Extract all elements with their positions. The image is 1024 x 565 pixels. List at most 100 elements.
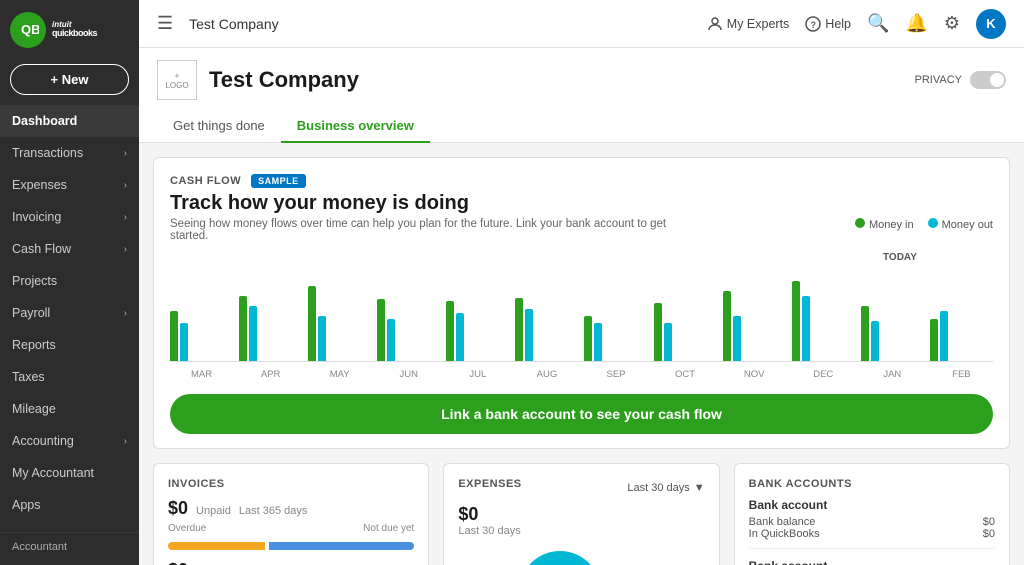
bank-accounts-title: BANK ACCOUNTS [749,478,995,490]
hamburger-icon[interactable]: ☰ [157,13,173,34]
link-bank-button[interactable]: Link a bank account to see your cash flo… [170,394,993,434]
bar-out [871,321,879,361]
expenses-card: EXPENSES Last 30 days ▼ $0 Last 30 days [443,463,719,565]
paid-amount: $0 [168,560,188,565]
bank-qb-row: In QuickBooks $0 [749,528,995,540]
money-out-dot [928,218,938,228]
expenses-period-label: Last 30 days [627,482,689,494]
sidebar-item-mileage[interactable]: Mileage [0,393,139,425]
sidebar-item-invoicing[interactable]: Invoicing› [0,201,139,233]
expenses-chevron-icon[interactable]: ▼ [694,482,705,494]
sidebar-item-transactions[interactable]: Transactions› [0,137,139,169]
bar-in [170,311,178,361]
bar-label-jan: JAN [861,366,924,380]
money-out-label: Money out [942,219,993,231]
quickbooks-logo: QB [10,12,46,48]
bar-in [654,303,662,361]
bar-in [377,299,385,361]
expenses-title: EXPENSES [458,478,521,490]
sidebar-item-cash-flow[interactable]: Cash Flow› [0,233,139,265]
bar-chart-container: TODAY MARAPRMAYJUNJULAUGSEP [170,252,993,380]
user-avatar[interactable]: K [976,9,1006,39]
sidebar-item-dashboard[interactable]: Dashboard [0,105,139,137]
bar-out [594,323,602,361]
svg-text:?: ? [811,20,817,30]
unpaid-period: Last 365 days [239,505,308,517]
sidebar-item-projects[interactable]: Projects [0,265,139,297]
bank-accounts-card: BANK ACCOUNTS Bank account Bank balance … [734,463,1010,565]
bar-in [515,298,523,361]
bank-balance-label: Bank balance [749,516,816,528]
bank-name: Bank account [749,498,995,512]
chevron-icon: › [124,244,127,255]
bar-group-dec [792,281,855,361]
sidebar-item-taxes[interactable]: Taxes [0,361,139,393]
bar-group-mar [170,311,233,361]
bar-group-feb [930,311,993,361]
sidebar-item-expenses[interactable]: Expenses› [0,169,139,201]
bell-icon[interactable]: 🔔 [905,13,927,34]
bar-label-oct: OCT [654,366,717,380]
bank-balance-row: Bank balance $0 [749,516,995,528]
bar-chart [170,252,993,362]
company-header: + LOGO Test Company PRIVACY Get things d… [139,48,1024,143]
bar-label-aug: AUG [515,366,578,380]
chevron-icon: › [124,308,127,319]
privacy-row: PRIVACY [915,71,1006,89]
accountant-label: Accountant [12,541,67,553]
tab-business-overview[interactable]: Business overview [281,110,430,143]
my-experts-button[interactable]: My Experts [707,16,790,32]
overdue-label: Overdue [168,523,206,534]
search-icon[interactable]: 🔍 [867,13,889,34]
tabs: Get things done Business overview [157,110,1006,142]
privacy-label: PRIVACY [915,74,962,86]
cf-main-title: Track how your money is doing [170,192,993,215]
bar-labels: MARAPRMAYJUNJULAUGSEPOCTNOVDECJANFEB [170,366,993,380]
bar-out [456,313,464,361]
tab-get-things-done[interactable]: Get things done [157,110,281,143]
invoices-title: INVOICES [168,478,414,490]
sidebar-item-reports[interactable]: Reports [0,329,139,361]
logo-area: QB intuit quickbooks [0,0,139,58]
bar-in [792,281,800,361]
bar-label-sep: SEP [584,366,647,380]
company-logo-box[interactable]: + LOGO [157,60,197,100]
company-row: + LOGO Test Company PRIVACY [157,60,1006,100]
bar-out [733,316,741,361]
quickbooks-logo-text: intuit quickbooks [52,21,97,40]
paid-row: $0 Paid Last 30 days [168,560,414,565]
bank-account-0: Bank account Bank balance $0 In QuickBoo… [749,498,995,549]
money-in-dot [855,218,865,228]
sidebar-item-my-accountant[interactable]: My Accountant [0,457,139,489]
content-area: CASH FLOW SAMPLE Track how your money is… [139,143,1024,565]
overdue-bar [168,542,265,550]
bar-label-jun: JUN [377,366,440,380]
bar-group-jul [446,301,509,361]
bank-qb-value: $0 [983,528,995,540]
unpaid-label: Unpaid [196,505,231,517]
invoices-card: INVOICES $0 Unpaid Last 365 days Overdue… [153,463,429,565]
sidebar-item-apps[interactable]: Apps [0,489,139,521]
sidebar-item-payroll[interactable]: Payroll› [0,297,139,329]
sidebar: QB intuit quickbooks + New DashboardTran… [0,0,139,565]
topbar-actions: My Experts ? Help 🔍 🔔 ⚙ K [707,9,1006,39]
new-button[interactable]: + New [10,64,129,95]
chevron-icon: › [124,436,127,447]
cf-section-label: CASH FLOW [170,175,241,187]
bar-out [664,323,672,361]
bar-in [861,306,869,361]
privacy-toggle[interactable] [970,71,1006,89]
unpaid-amount: $0 [168,498,188,519]
settings-icon[interactable]: ⚙ [944,13,960,34]
help-button[interactable]: ? Help [805,16,851,32]
chevron-icon: › [124,148,127,159]
svg-text:QB: QB [21,22,39,37]
bar-label-nov: NOV [723,366,786,380]
sidebar-item-accounting[interactable]: Accounting› [0,425,139,457]
sidebar-item-insurance[interactable]: Insurance [0,521,139,532]
today-label: TODAY [883,252,917,263]
cf-header: CASH FLOW SAMPLE [170,174,993,188]
unpaid-row: $0 Unpaid Last 365 days [168,498,414,519]
bar-in [930,319,938,361]
bar-label-jul: JUL [446,366,509,380]
